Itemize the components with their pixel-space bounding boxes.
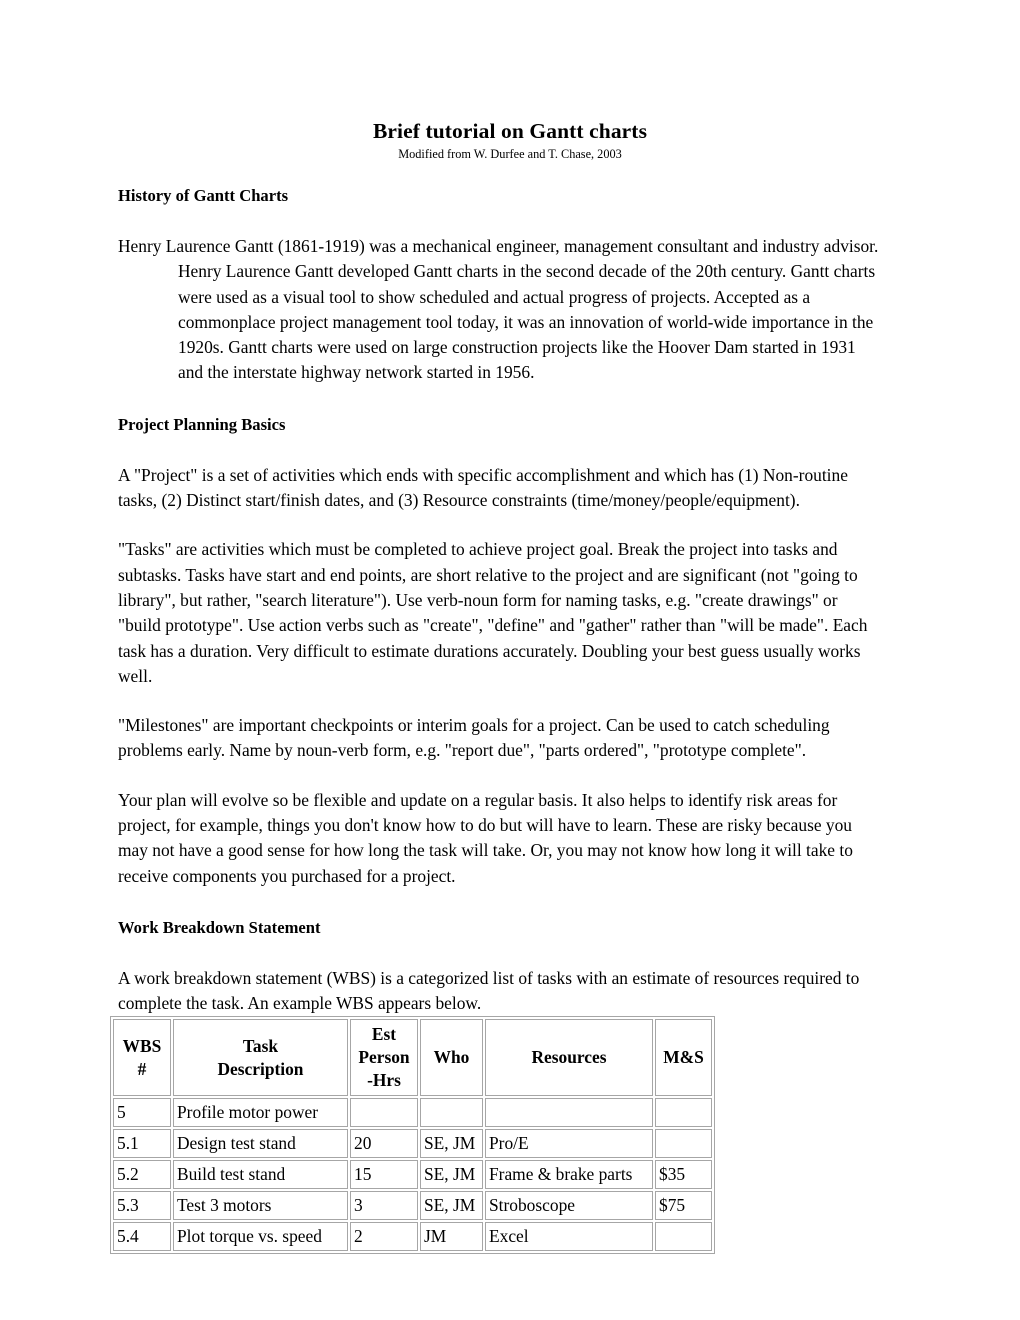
title-block: Brief tutorial on Gantt charts Modified … (0, 118, 1020, 162)
cell-est-person-hrs: 3 (350, 1191, 418, 1220)
cell-who: SE, JM (420, 1191, 483, 1220)
header-line: -Hrs (367, 1070, 401, 1090)
cell-ms: $35 (655, 1160, 712, 1189)
cell-wbs-number: 5.3 (113, 1191, 171, 1220)
table-row: 5.2 Build test stand 15 SE, JM Frame & brake… (113, 1160, 712, 1189)
cell-resources: Frame & brake parts (485, 1160, 653, 1189)
paragraph-plan-evolution: Your plan will evolve so be flexible and… (118, 789, 853, 886)
column-header-est-person-hrs: Est Person -Hrs (350, 1019, 418, 1096)
heading-history-of-gantt-charts: History of Gantt Charts (118, 186, 289, 205)
paragraph-project-definition: A "Project" is a set of activities which… (118, 464, 848, 511)
column-header-ms: M&S (655, 1019, 712, 1096)
cell-task-description: Profile motor power (173, 1098, 348, 1127)
header-line: Resources (531, 1047, 607, 1067)
cell-est-person-hrs: 15 (350, 1160, 418, 1189)
wbs-table-container: WBS # Task Description Est Person -Hrs W… (110, 1016, 715, 1254)
cell-ms (655, 1098, 712, 1127)
cell-wbs-number: 5.2 (113, 1160, 171, 1189)
column-header-who: Who (420, 1019, 483, 1096)
header-line: Est (371, 1024, 397, 1044)
wbs-table: WBS # Task Description Est Person -Hrs W… (110, 1016, 715, 1254)
cell-task-description: Design test stand (173, 1129, 348, 1158)
cell-resources: Excel (485, 1222, 653, 1251)
cell-resources: Pro/E (485, 1129, 653, 1158)
cell-ms (655, 1222, 712, 1251)
paragraph-tasks: "Tasks" are activities which must be com… (118, 539, 868, 686)
header-line: Who (433, 1047, 470, 1067)
column-header-resources: Resources (485, 1019, 653, 1096)
cell-ms: $75 (655, 1191, 712, 1220)
document-body: History of Gantt Charts Henry Laurence G… (118, 185, 882, 1017)
header-line: WBS (122, 1035, 162, 1056)
cell-est-person-hrs: 20 (350, 1129, 418, 1158)
column-header-wbs-number: WBS # (113, 1019, 171, 1096)
heading-work-breakdown-statement: Work Breakdown Statement (118, 917, 321, 937)
cell-wbs-number: 5 (113, 1098, 171, 1127)
header-line: Description (217, 1058, 304, 1079)
cell-est-person-hrs: 2 (350, 1222, 418, 1251)
table-row: 5 Profile motor power (113, 1098, 712, 1127)
cell-who: SE, JM (420, 1129, 483, 1158)
cell-ms (655, 1129, 712, 1158)
cell-wbs-number: 5.1 (113, 1129, 171, 1158)
table-row: 5.1 Design test stand 20 SE, JM Pro/E (113, 1129, 712, 1158)
cell-wbs-number: 5.4 (113, 1222, 171, 1251)
cell-est-person-hrs (350, 1098, 418, 1127)
wbs-table-header: WBS # Task Description Est Person -Hrs W… (113, 1019, 712, 1096)
paragraph-milestones: "Milestones" are important checkpoints o… (118, 715, 830, 761)
document-page: Brief tutorial on Gantt charts Modified … (0, 0, 1020, 1320)
header-line: Person (358, 1047, 410, 1067)
cell-task-description: Plot torque vs. speed (173, 1222, 348, 1251)
cell-task-description: Test 3 motors (173, 1191, 348, 1220)
table-row: 5.4 Plot torque vs. speed 2 JM Excel (113, 1222, 712, 1251)
table-row: 5.3 Test 3 motors 3 SE, JM Stroboscope $75 (113, 1191, 712, 1220)
header-line: # (137, 1058, 147, 1079)
wbs-table-body: 5 Profile motor power 5.1 Design test stand… (113, 1098, 712, 1251)
cell-who: SE, JM (420, 1160, 483, 1189)
header-line: Task (242, 1035, 279, 1056)
cell-who (420, 1098, 483, 1127)
table-header-row: WBS # Task Description Est Person -Hrs W… (113, 1019, 712, 1096)
heading-project-planning-basics: Project Planning Basics (118, 414, 286, 434)
column-header-task-description: Task Description (173, 1019, 348, 1096)
cell-who: JM (420, 1222, 483, 1251)
page-subtitle: Modified from W. Durfee and T. Chase, 20… (398, 147, 622, 161)
page-title: Brief tutorial on Gantt charts (372, 119, 648, 143)
paragraph-history: Henry Laurence Gantt (1861-1919) was a m… (118, 236, 879, 383)
header-line: M&S (663, 1047, 704, 1067)
cell-task-description: Build test stand (173, 1160, 348, 1189)
cell-resources (485, 1098, 653, 1127)
paragraph-wbs-intro: A work breakdown statement (WBS) is a ca… (118, 967, 860, 1014)
cell-resources: Stroboscope (485, 1191, 653, 1220)
